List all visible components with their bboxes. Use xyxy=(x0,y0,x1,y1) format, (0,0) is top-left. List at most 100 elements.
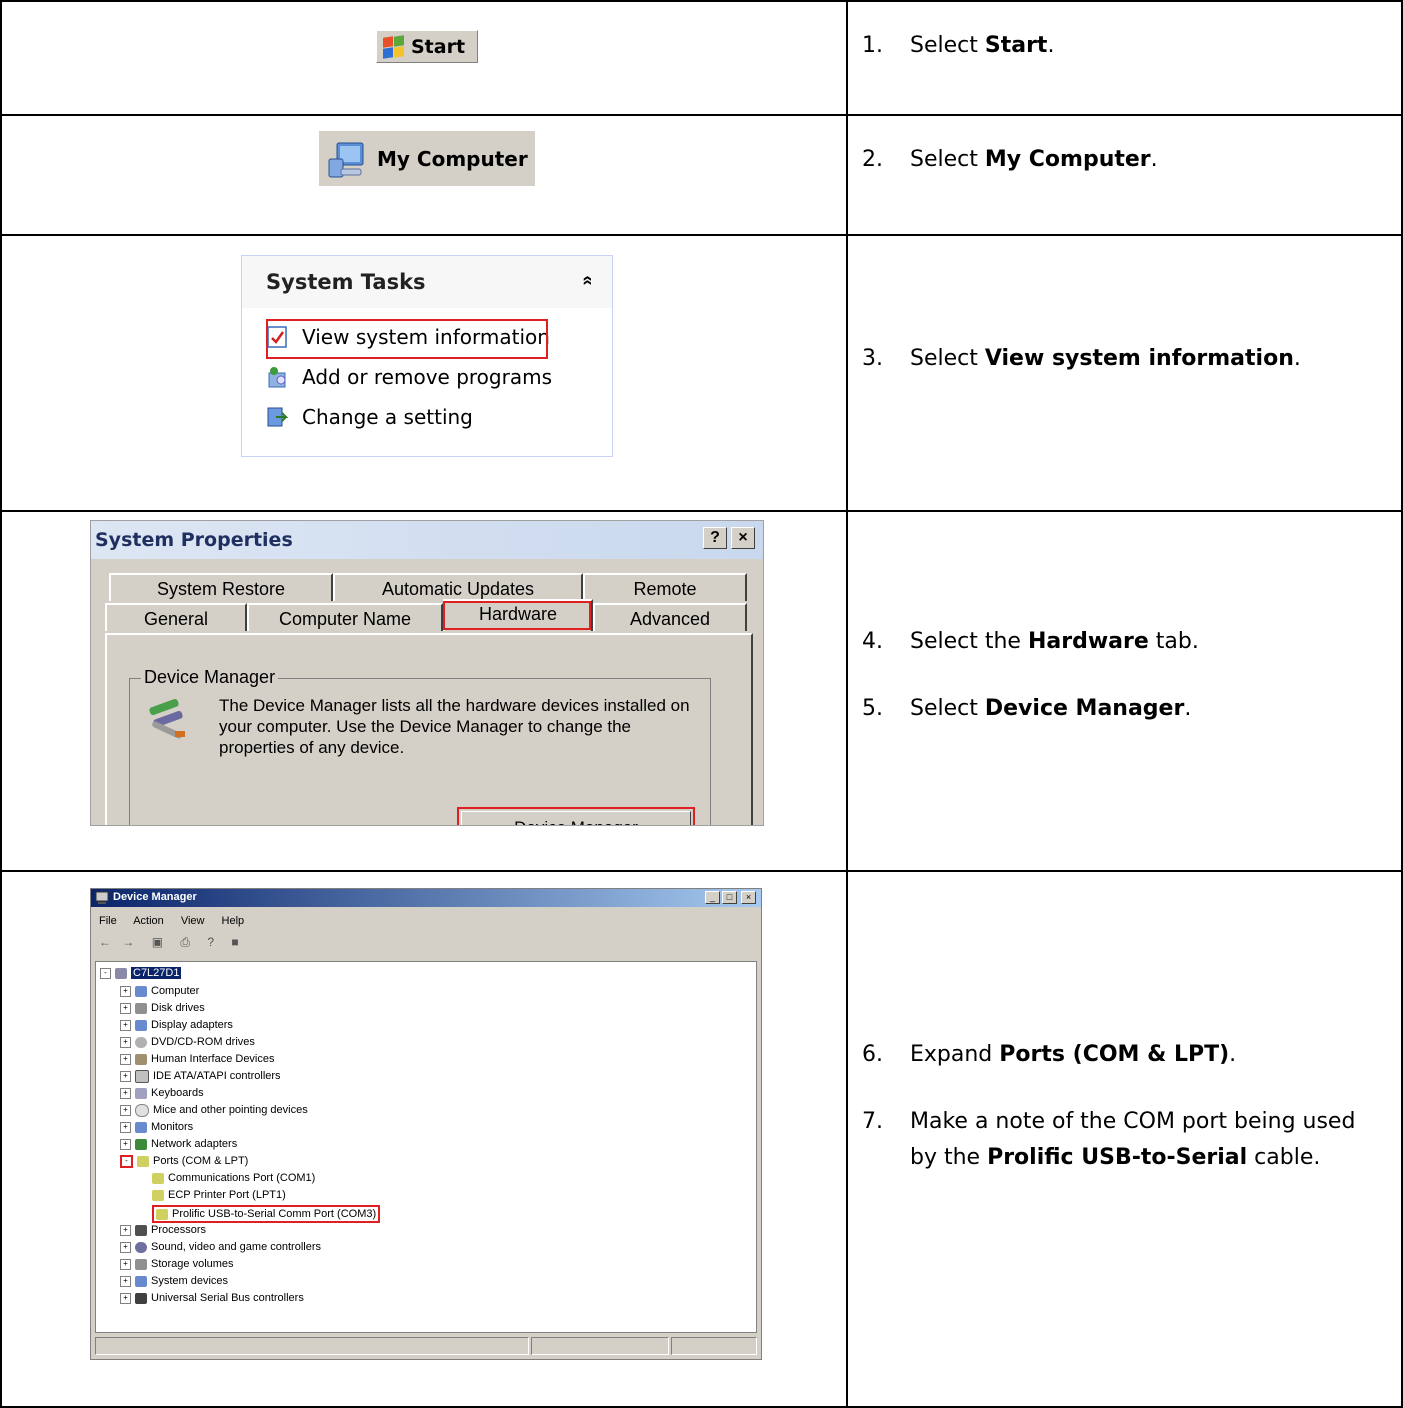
tree-item[interactable]: + System devices xyxy=(120,1274,228,1288)
task-add-remove-programs[interactable]: Add or remove programs xyxy=(266,360,552,394)
tab-computer-name[interactable]: Computer Name xyxy=(247,603,443,631)
maximize-button[interactable]: □ xyxy=(722,891,737,904)
start-button[interactable]: Start xyxy=(376,30,478,63)
tree-item-label: ECP Printer Port (LPT1) xyxy=(168,1189,286,1201)
port-icon xyxy=(137,1155,149,1167)
window-titlebar: Device Manager _ □ × xyxy=(91,889,761,907)
collapse-icon[interactable]: - xyxy=(120,1154,133,1168)
expand-icon[interactable]: + xyxy=(120,1292,131,1304)
task-change-a-setting[interactable]: Change a setting xyxy=(266,400,473,434)
expand-icon[interactable]: + xyxy=(120,1104,131,1116)
my-computer-label: My Computer xyxy=(377,146,528,171)
computer-icon xyxy=(115,967,127,979)
step-number: 5. xyxy=(862,696,883,721)
print-icon[interactable]: ⎙ xyxy=(180,935,190,949)
row-divider xyxy=(0,114,1403,116)
tab-advanced[interactable]: Advanced xyxy=(593,603,747,631)
minimize-button[interactable]: _ xyxy=(705,891,720,904)
tab-remote[interactable]: Remote xyxy=(583,573,747,601)
keyboard-icon xyxy=(135,1087,147,1099)
tree-item-ports[interactable]: - Ports (COM & LPT) xyxy=(120,1154,248,1168)
tab-general[interactable]: General xyxy=(105,603,247,631)
toolbar: ← → ▣ ⎙ ? ■ xyxy=(99,935,239,955)
tree-item-label: Universal Serial Bus controllers xyxy=(151,1292,304,1304)
tree-item-label: IDE ATA/ATAPI controllers xyxy=(153,1070,281,1082)
tree-item[interactable]: + Human Interface Devices xyxy=(120,1052,275,1066)
tree-item-label: Processors xyxy=(151,1224,207,1236)
tree-subitem-prolific[interactable]: Prolific USB-to-Serial Comm Port (COM3) xyxy=(152,1205,381,1223)
expand-icon[interactable]: + xyxy=(120,1138,131,1150)
tree-item[interactable]: + IDE ATA/ATAPI controllers xyxy=(120,1069,281,1083)
tree-item[interactable]: + Sound, video and game controllers xyxy=(120,1240,321,1254)
system-tasks-panel: System Tasks » View system information A… xyxy=(241,255,613,457)
highlight-box xyxy=(266,319,548,359)
help-icon[interactable]: ? xyxy=(207,935,214,949)
close-button[interactable]: × xyxy=(741,891,756,904)
my-computer-item[interactable]: My Computer xyxy=(319,131,535,186)
device-manager-button-highlight xyxy=(457,807,695,825)
expand-icon[interactable]: + xyxy=(120,1224,131,1236)
collapse-icon[interactable]: - xyxy=(100,967,111,979)
menu-file[interactable]: File xyxy=(99,915,117,927)
expand-icon[interactable]: + xyxy=(120,985,131,997)
tab-system-restore[interactable]: System Restore xyxy=(109,573,333,601)
step-2: 2. Select My Computer. xyxy=(862,142,1370,178)
expand-icon[interactable]: + xyxy=(120,1019,131,1031)
expand-icon[interactable]: + xyxy=(120,1002,131,1014)
expand-icon[interactable]: + xyxy=(120,1087,131,1099)
properties-icon[interactable]: ▣ xyxy=(152,935,163,949)
port-icon xyxy=(152,1189,164,1201)
tree-item[interactable]: + Monitors xyxy=(120,1120,193,1134)
tree-item[interactable]: + Computer xyxy=(120,984,199,998)
device-manager-description: The Device Manager lists all the hardwar… xyxy=(219,696,690,757)
expand-icon[interactable]: + xyxy=(120,1241,131,1253)
expand-icon[interactable]: + xyxy=(120,1053,131,1065)
tree-root[interactable]: - C7L27D1 xyxy=(100,966,182,980)
tree-item-label: Display adapters xyxy=(151,1019,233,1031)
tree-item[interactable]: + Disk drives xyxy=(120,1001,205,1015)
expand-icon[interactable]: + xyxy=(120,1258,131,1270)
expand-icon[interactable]: + xyxy=(120,1036,131,1048)
tree-item[interactable]: + Processors xyxy=(120,1223,206,1237)
forward-icon[interactable]: → xyxy=(122,935,134,949)
start-label: Start xyxy=(411,35,466,58)
step-1: 1. Select Start. xyxy=(862,28,1370,64)
tree-item[interactable]: + Network adapters xyxy=(120,1137,237,1151)
row-divider xyxy=(0,870,1403,872)
tree-item-label: Storage volumes xyxy=(151,1258,234,1270)
step-5: 5. Select Device Manager. xyxy=(862,691,1370,727)
tree-item[interactable]: + DVD/CD-ROM drives xyxy=(120,1035,255,1049)
task-label: Change a setting xyxy=(302,405,473,429)
menu-view[interactable]: View xyxy=(181,915,205,927)
step-number: 6. xyxy=(862,1042,883,1067)
processor-icon xyxy=(135,1224,147,1236)
tree-subitem[interactable]: Communications Port (COM1) xyxy=(152,1171,315,1185)
expand-icon[interactable]: + xyxy=(120,1070,131,1082)
tree-item[interactable]: + Mice and other pointing devices xyxy=(120,1103,308,1117)
tree-item[interactable]: + Display adapters xyxy=(120,1018,233,1032)
help-button[interactable]: ? xyxy=(703,527,727,549)
computer-icon xyxy=(135,985,147,997)
back-icon[interactable]: ← xyxy=(99,935,111,949)
tree-item[interactable]: + Universal Serial Bus controllers xyxy=(120,1291,304,1305)
usb-icon xyxy=(135,1292,147,1304)
tree-item[interactable]: + Storage volumes xyxy=(120,1257,234,1271)
tree-item[interactable]: + Keyboards xyxy=(120,1086,204,1100)
tree-subitem[interactable]: ECP Printer Port (LPT1) xyxy=(152,1188,286,1202)
collapse-chevron-icon[interactable]: » xyxy=(577,275,598,285)
add-remove-programs-icon xyxy=(268,367,286,388)
tab-automatic-updates[interactable]: Automatic Updates xyxy=(333,573,583,601)
expand-icon[interactable]: + xyxy=(120,1275,131,1287)
table-border-left xyxy=(0,0,2,1408)
tree-item-label: Network adapters xyxy=(151,1138,238,1150)
menu-help[interactable]: Help xyxy=(222,915,245,927)
network-adapter-icon xyxy=(135,1138,147,1150)
scan-hardware-icon[interactable]: ■ xyxy=(231,935,238,949)
step-6: 6. Expand Ports (COM & LPT). xyxy=(862,1037,1370,1073)
expand-icon[interactable]: + xyxy=(120,1121,131,1133)
status-bar xyxy=(95,1337,757,1357)
tree-item-label: System devices xyxy=(151,1275,229,1287)
system-tasks-header[interactable]: System Tasks » xyxy=(242,256,612,308)
menu-action[interactable]: Action xyxy=(133,915,164,927)
close-button[interactable]: × xyxy=(731,527,755,549)
